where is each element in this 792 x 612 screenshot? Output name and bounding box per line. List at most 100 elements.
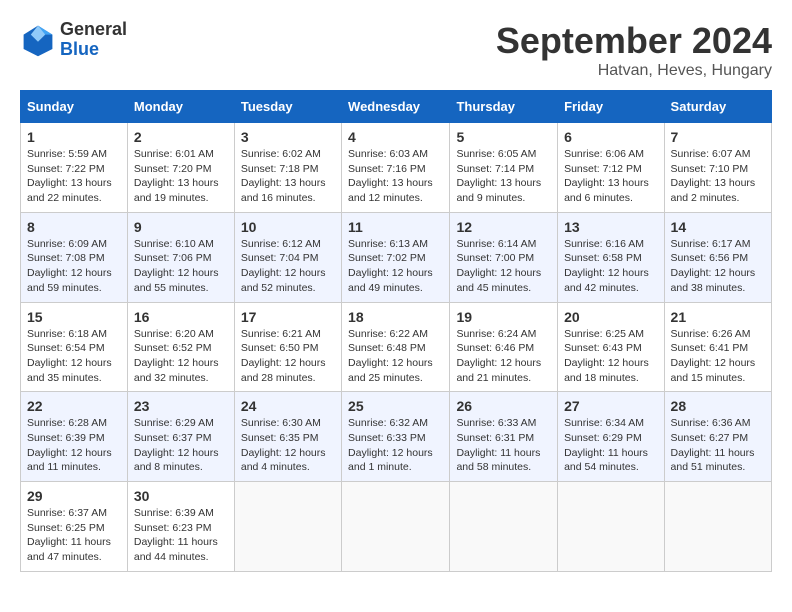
calendar-cell: 27 Sunrise: 6:34 AMSunset: 6:29 PMDayligh… (558, 392, 664, 482)
column-header-tuesday: Tuesday (234, 91, 341, 123)
calendar-cell: 21 Sunrise: 6:26 AMSunset: 6:41 PMDayligh… (664, 302, 771, 392)
day-detail: Sunrise: 6:10 AMSunset: 7:06 PMDaylight:… (134, 237, 228, 296)
day-number: 21 (671, 309, 765, 325)
day-number: 29 (27, 488, 121, 504)
day-detail: Sunrise: 6:30 AMSunset: 6:35 PMDaylight:… (241, 416, 335, 475)
day-detail: Sunrise: 6:22 AMSunset: 6:48 PMDaylight:… (348, 327, 443, 386)
calendar-cell: 11 Sunrise: 6:13 AMSunset: 7:02 PMDayligh… (342, 212, 450, 302)
day-detail: Sunrise: 6:32 AMSunset: 6:33 PMDaylight:… (348, 416, 443, 475)
day-detail: Sunrise: 6:09 AMSunset: 7:08 PMDaylight:… (27, 237, 121, 296)
logo-text: General Blue (60, 20, 127, 60)
calendar-week-row: 22 Sunrise: 6:28 AMSunset: 6:39 PMDayligh… (21, 392, 772, 482)
day-number: 3 (241, 129, 335, 145)
day-number: 11 (348, 219, 443, 235)
calendar-cell: 4 Sunrise: 6:03 AMSunset: 7:16 PMDaylight… (342, 123, 450, 213)
calendar-cell: 17Sunrise: 6:21 AMSunset: 6:50 PMDayligh… (234, 302, 341, 392)
calendar-cell: 15 Sunrise: 6:18 AMSunset: 6:54 PMDayligh… (21, 302, 128, 392)
day-number: 10 (241, 219, 335, 235)
day-detail: Sunrise: 6:14 AMSunset: 7:00 PMDaylight:… (456, 237, 551, 296)
column-header-sunday: Sunday (21, 91, 128, 123)
calendar-cell: 14 Sunrise: 6:17 AMSunset: 6:56 PMDayligh… (664, 212, 771, 302)
column-header-saturday: Saturday (664, 91, 771, 123)
day-detail: Sunrise: 6:37 AMSunset: 6:25 PMDaylight:… (27, 506, 121, 565)
day-number: 2 (134, 129, 228, 145)
day-number: 24 (241, 398, 335, 414)
day-number: 18 (348, 309, 443, 325)
calendar-cell: 29 Sunrise: 6:37 AMSunset: 6:25 PMDayligh… (21, 482, 128, 572)
calendar-cell (342, 482, 450, 572)
day-number: 23 (134, 398, 228, 414)
calendar-cell: 7 Sunrise: 6:07 AMSunset: 7:10 PMDaylight… (664, 123, 771, 213)
logo-icon (20, 22, 56, 58)
calendar-cell: 2 Sunrise: 6:01 AMSunset: 7:20 PMDaylight… (127, 123, 234, 213)
column-header-wednesday: Wednesday (342, 91, 450, 123)
calendar-week-row: 1Sunrise: 5:59 AMSunset: 7:22 PMDaylight… (21, 123, 772, 213)
day-number: 16 (134, 309, 228, 325)
day-number: 15 (27, 309, 121, 325)
title-block: September 2024 Hatvan, Heves, Hungary (496, 20, 772, 80)
day-detail: Sunrise: 6:02 AMSunset: 7:18 PMDaylight:… (241, 147, 335, 206)
day-number: 4 (348, 129, 443, 145)
day-detail: Sunrise: 6:26 AMSunset: 6:41 PMDaylight:… (671, 327, 765, 386)
day-detail: Sunrise: 6:25 AMSunset: 6:43 PMDaylight:… (564, 327, 657, 386)
day-number: 28 (671, 398, 765, 414)
calendar-cell: 25 Sunrise: 6:32 AMSunset: 6:33 PMDayligh… (342, 392, 450, 482)
day-detail: Sunrise: 6:18 AMSunset: 6:54 PMDaylight:… (27, 327, 121, 386)
calendar-cell: 18 Sunrise: 6:22 AMSunset: 6:48 PMDayligh… (342, 302, 450, 392)
day-number: 20 (564, 309, 657, 325)
calendar-cell: 22 Sunrise: 6:28 AMSunset: 6:39 PMDayligh… (21, 392, 128, 482)
calendar-cell: 24 Sunrise: 6:30 AMSunset: 6:35 PMDayligh… (234, 392, 341, 482)
day-detail: Sunrise: 6:33 AMSunset: 6:31 PMDaylight:… (456, 416, 551, 475)
calendar-cell (450, 482, 558, 572)
day-detail: Sunrise: 6:13 AMSunset: 7:02 PMDaylight:… (348, 237, 443, 296)
calendar-cell: 5 Sunrise: 6:05 AMSunset: 7:14 PMDaylight… (450, 123, 558, 213)
calendar-cell: 10Sunrise: 6:12 AMSunset: 7:04 PMDayligh… (234, 212, 341, 302)
calendar-cell (664, 482, 771, 572)
page-header: General Blue September 2024 Hatvan, Heve… (20, 20, 772, 80)
day-detail: Sunrise: 6:01 AMSunset: 7:20 PMDaylight:… (134, 147, 228, 206)
day-number: 7 (671, 129, 765, 145)
calendar-cell: 28Sunrise: 6:36 AMSunset: 6:27 PMDayligh… (664, 392, 771, 482)
calendar-cell: 23 Sunrise: 6:29 AMSunset: 6:37 PMDayligh… (127, 392, 234, 482)
day-detail: Sunrise: 6:05 AMSunset: 7:14 PMDaylight:… (456, 147, 551, 206)
day-detail: Sunrise: 6:34 AMSunset: 6:29 PMDaylight:… (564, 416, 657, 475)
day-number: 26 (456, 398, 551, 414)
day-number: 25 (348, 398, 443, 414)
day-detail: Sunrise: 6:16 AMSunset: 6:58 PMDaylight:… (564, 237, 657, 296)
calendar-week-row: 8 Sunrise: 6:09 AMSunset: 7:08 PMDaylight… (21, 212, 772, 302)
day-number: 19 (456, 309, 551, 325)
day-number: 12 (456, 219, 551, 235)
day-detail: Sunrise: 6:03 AMSunset: 7:16 PMDaylight:… (348, 147, 443, 206)
calendar-cell: 13Sunrise: 6:16 AMSunset: 6:58 PMDayligh… (558, 212, 664, 302)
calendar-cell: 6 Sunrise: 6:06 AMSunset: 7:12 PMDaylight… (558, 123, 664, 213)
calendar-week-row: 15 Sunrise: 6:18 AMSunset: 6:54 PMDayligh… (21, 302, 772, 392)
calendar-cell (234, 482, 341, 572)
day-number: 9 (134, 219, 228, 235)
calendar-cell: 12 Sunrise: 6:14 AMSunset: 7:00 PMDayligh… (450, 212, 558, 302)
calendar-cell: 8 Sunrise: 6:09 AMSunset: 7:08 PMDaylight… (21, 212, 128, 302)
day-detail: Sunrise: 6:06 AMSunset: 7:12 PMDaylight:… (564, 147, 657, 206)
day-number: 30 (134, 488, 228, 504)
day-detail: Sunrise: 6:29 AMSunset: 6:37 PMDaylight:… (134, 416, 228, 475)
day-detail: Sunrise: 6:17 AMSunset: 6:56 PMDaylight:… (671, 237, 765, 296)
day-number: 5 (456, 129, 551, 145)
calendar-cell: 16 Sunrise: 6:20 AMSunset: 6:52 PMDayligh… (127, 302, 234, 392)
day-number: 8 (27, 219, 121, 235)
day-number: 14 (671, 219, 765, 235)
month-title: September 2024 (496, 20, 772, 62)
day-number: 22 (27, 398, 121, 414)
calendar-cell: 20 Sunrise: 6:25 AMSunset: 6:43 PMDayligh… (558, 302, 664, 392)
calendar-cell: 30Sunrise: 6:39 AMSunset: 6:23 PMDayligh… (127, 482, 234, 572)
day-number: 27 (564, 398, 657, 414)
calendar-cell: 9 Sunrise: 6:10 AMSunset: 7:06 PMDaylight… (127, 212, 234, 302)
calendar-cell: 19Sunrise: 6:24 AMSunset: 6:46 PMDayligh… (450, 302, 558, 392)
day-detail: Sunrise: 6:20 AMSunset: 6:52 PMDaylight:… (134, 327, 228, 386)
day-number: 6 (564, 129, 657, 145)
day-number: 1 (27, 129, 121, 145)
column-header-thursday: Thursday (450, 91, 558, 123)
location: Hatvan, Heves, Hungary (496, 62, 772, 80)
calendar-cell (558, 482, 664, 572)
day-detail: Sunrise: 6:07 AMSunset: 7:10 PMDaylight:… (671, 147, 765, 206)
day-detail: Sunrise: 6:28 AMSunset: 6:39 PMDaylight:… (27, 416, 121, 475)
column-header-friday: Friday (558, 91, 664, 123)
